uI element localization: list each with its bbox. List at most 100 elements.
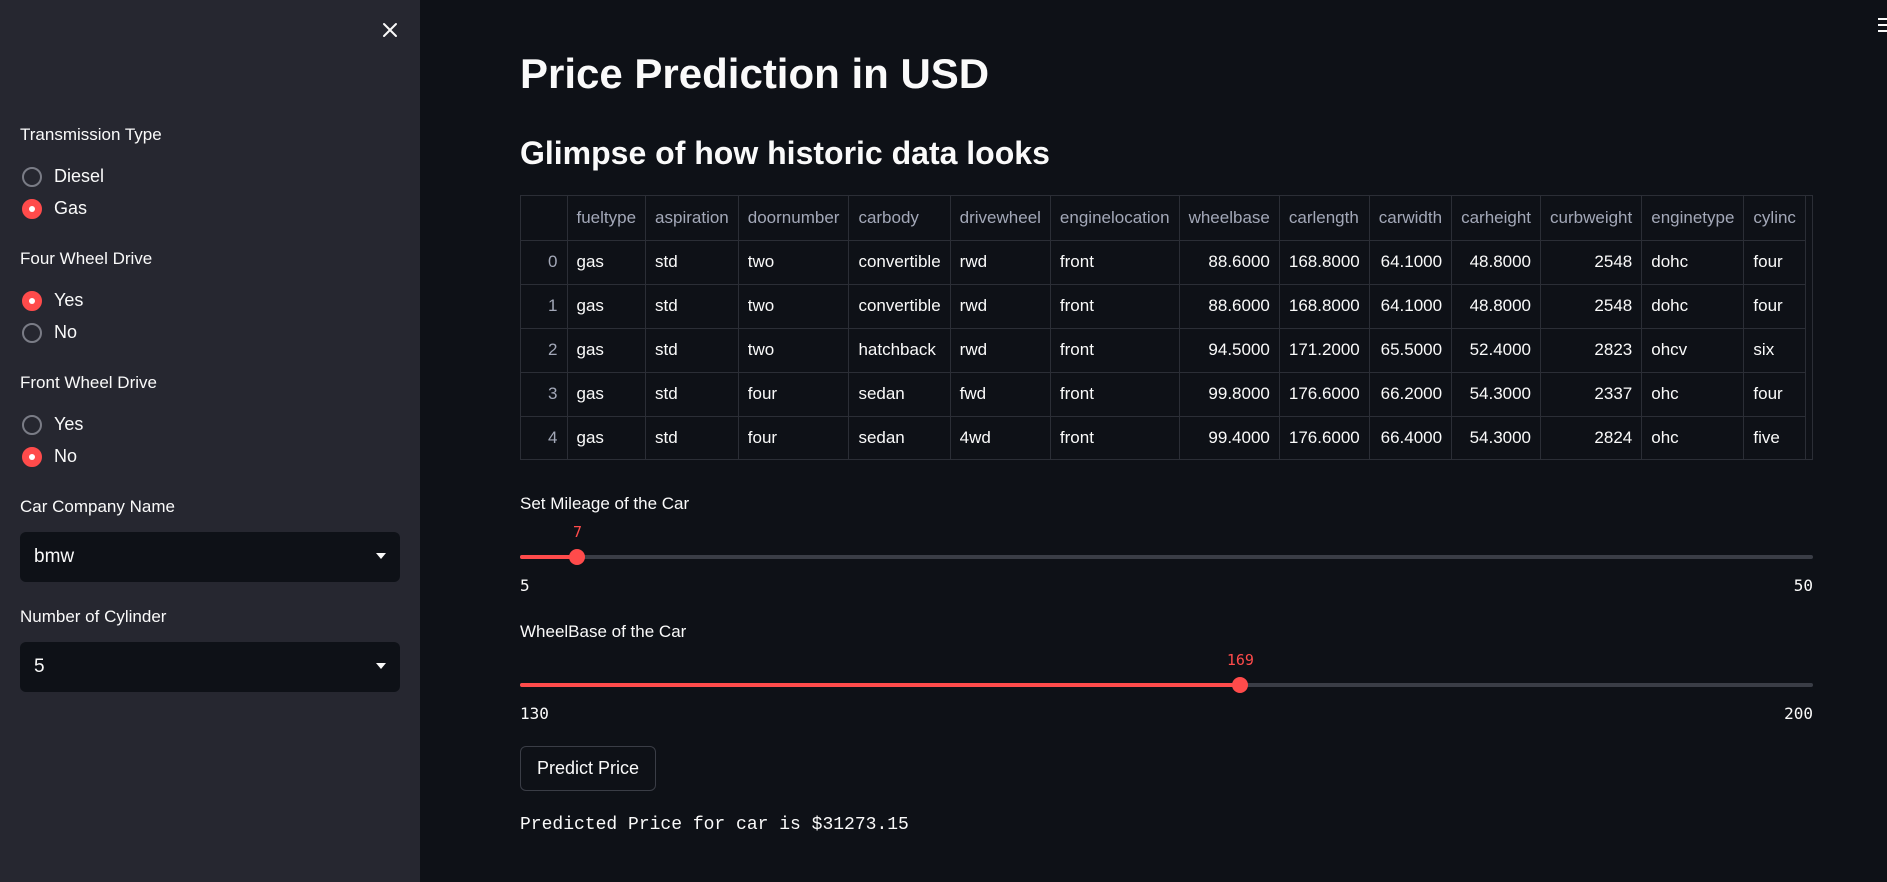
table-cell[interactable]: 65.5000 <box>1369 328 1453 373</box>
table-cell[interactable]: 88.6000 <box>1179 240 1280 285</box>
table-cell[interactable]: std <box>645 328 739 373</box>
four-wheel-option-yes[interactable]: Yes <box>22 290 83 311</box>
table-column-header[interactable]: enginelocation <box>1050 196 1180 241</box>
table-cell[interactable]: fwd <box>950 372 1051 417</box>
table-cell[interactable]: convertible <box>848 240 951 285</box>
table-column-header[interactable]: doornumber <box>738 196 850 241</box>
table-cell[interactable]: sedan <box>848 416 951 459</box>
close-icon[interactable] <box>376 16 404 44</box>
table-cell[interactable]: 66.4000 <box>1369 416 1453 459</box>
table-cell[interactable]: sedan <box>848 372 951 417</box>
table-cell[interactable]: convertible <box>848 284 951 329</box>
table-cell[interactable]: 54.3000 <box>1451 372 1542 417</box>
table-cell[interactable]: 2823 <box>1540 328 1643 373</box>
table-cell[interactable]: 48.8000 <box>1451 284 1542 329</box>
table-cell[interactable]: gas <box>567 284 647 329</box>
front-wheel-option-yes[interactable]: Yes <box>22 414 83 435</box>
table-cell[interactable]: 171.2000 <box>1279 328 1370 373</box>
hamburger-menu-icon[interactable] <box>1878 18 1887 34</box>
table-row-index[interactable]: 4 <box>521 416 568 459</box>
table-cell[interactable]: 52.4000 <box>1451 328 1542 373</box>
table-cell[interactable]: std <box>645 416 739 459</box>
table-cell[interactable]: two <box>738 328 850 373</box>
predict-price-button[interactable]: Predict Price <box>520 746 657 791</box>
transmission-option-diesel[interactable]: Diesel <box>22 166 104 187</box>
table-cell[interactable]: 99.8000 <box>1179 372 1280 417</box>
table-cell[interactable]: ohc <box>1641 416 1745 459</box>
table-column-header[interactable]: drivewheel <box>950 196 1051 241</box>
wheelbase-slider[interactable]: 169 <box>520 651 1813 693</box>
table-cell[interactable]: four <box>1743 372 1806 417</box>
table-cell[interactable]: 54.3000 <box>1451 416 1542 459</box>
table-column-header[interactable]: enginetype <box>1641 196 1745 241</box>
table-cell[interactable]: 176.6000 <box>1279 372 1370 417</box>
table-column-header[interactable]: carbody <box>848 196 951 241</box>
mileage-slider-thumb[interactable] <box>569 549 586 565</box>
table-cell[interactable]: five <box>1743 416 1806 459</box>
table-cell[interactable]: rwd <box>950 240 1051 285</box>
four-wheel-option-no[interactable]: No <box>22 322 77 343</box>
table-cell[interactable]: 2824 <box>1540 416 1643 459</box>
table-row-index[interactable]: 2 <box>521 328 568 373</box>
table-cell[interactable]: 94.5000 <box>1179 328 1280 373</box>
table-cell[interactable]: front <box>1050 328 1180 373</box>
table-cell[interactable]: gas <box>567 328 647 373</box>
table-cell[interactable]: hatchback <box>848 328 951 373</box>
table-cell[interactable]: dohc <box>1641 284 1745 329</box>
wheelbase-slider-thumb[interactable] <box>1232 677 1249 693</box>
table-cell[interactable]: 176.6000 <box>1279 416 1370 459</box>
table-cell[interactable]: std <box>645 240 739 285</box>
table-cell[interactable]: rwd <box>950 284 1051 329</box>
table-column-header[interactable]: wheelbase <box>1179 196 1280 241</box>
table-cell[interactable]: front <box>1050 284 1180 329</box>
table-column-header[interactable]: aspiration <box>645 196 739 241</box>
table-cell[interactable]: four <box>1743 284 1806 329</box>
table-cell[interactable]: six <box>1743 328 1806 373</box>
cylinder-select[interactable]: 5 <box>20 642 400 692</box>
table-cell[interactable]: 48.8000 <box>1451 240 1542 285</box>
front-wheel-option-no[interactable]: No <box>22 446 77 467</box>
table-row-index[interactable]: 0 <box>521 240 568 285</box>
table-cell[interactable]: ohcv <box>1641 328 1745 373</box>
table-cell[interactable]: 99.4000 <box>1179 416 1280 459</box>
table-cell[interactable]: front <box>1050 240 1180 285</box>
table-cell[interactable]: 64.1000 <box>1369 240 1453 285</box>
table-cell[interactable]: front <box>1050 372 1180 417</box>
table-cell[interactable]: 168.8000 <box>1279 284 1370 329</box>
table-cell[interactable]: std <box>645 372 739 417</box>
table-row-index[interactable]: 1 <box>521 284 568 329</box>
table-column-header[interactable]: carheight <box>1451 196 1542 241</box>
table-cell[interactable]: std <box>645 284 739 329</box>
table-cell[interactable]: 2548 <box>1540 240 1643 285</box>
table-cell[interactable]: 2337 <box>1540 372 1643 417</box>
table-cell[interactable]: 88.6000 <box>1179 284 1280 329</box>
table-cell[interactable]: two <box>738 240 850 285</box>
table-column-header[interactable]: fueltype <box>567 196 647 241</box>
table-cell[interactable]: dohc <box>1641 240 1745 285</box>
table-cell[interactable]: gas <box>567 240 647 285</box>
table-cell[interactable]: gas <box>567 416 647 459</box>
transmission-option-gas[interactable]: Gas <box>22 198 87 219</box>
table-column-header[interactable]: curbweight <box>1540 196 1643 241</box>
table-cell[interactable]: four <box>1743 240 1806 285</box>
table-row-index[interactable]: 3 <box>521 372 568 417</box>
table-cell[interactable]: 2548 <box>1540 284 1643 329</box>
table-cell[interactable]: 66.2000 <box>1369 372 1453 417</box>
table-cell[interactable]: four <box>738 416 850 459</box>
table-cell[interactable]: four <box>738 372 850 417</box>
table-cell[interactable]: front <box>1050 416 1180 459</box>
car-company-select[interactable]: bmw <box>20 532 400 582</box>
table-cell[interactable]: ohc <box>1641 372 1745 417</box>
table-index-header[interactable] <box>521 196 568 241</box>
table-column-header[interactable]: carlength <box>1279 196 1370 241</box>
table-cell[interactable]: 168.8000 <box>1279 240 1370 285</box>
table-cell[interactable]: 64.1000 <box>1369 284 1453 329</box>
table-cell[interactable]: 4wd <box>950 416 1051 459</box>
data-table[interactable]: fueltype aspiration doornumber carbody drive… <box>520 195 1813 460</box>
table-column-header[interactable]: cylinc <box>1743 196 1806 241</box>
mileage-slider[interactable]: 7 <box>520 523 1813 565</box>
table-cell[interactable]: two <box>738 284 850 329</box>
table-cell[interactable]: rwd <box>950 328 1051 373</box>
table-cell[interactable]: gas <box>567 372 647 417</box>
table-column-header[interactable]: carwidth <box>1369 196 1453 241</box>
